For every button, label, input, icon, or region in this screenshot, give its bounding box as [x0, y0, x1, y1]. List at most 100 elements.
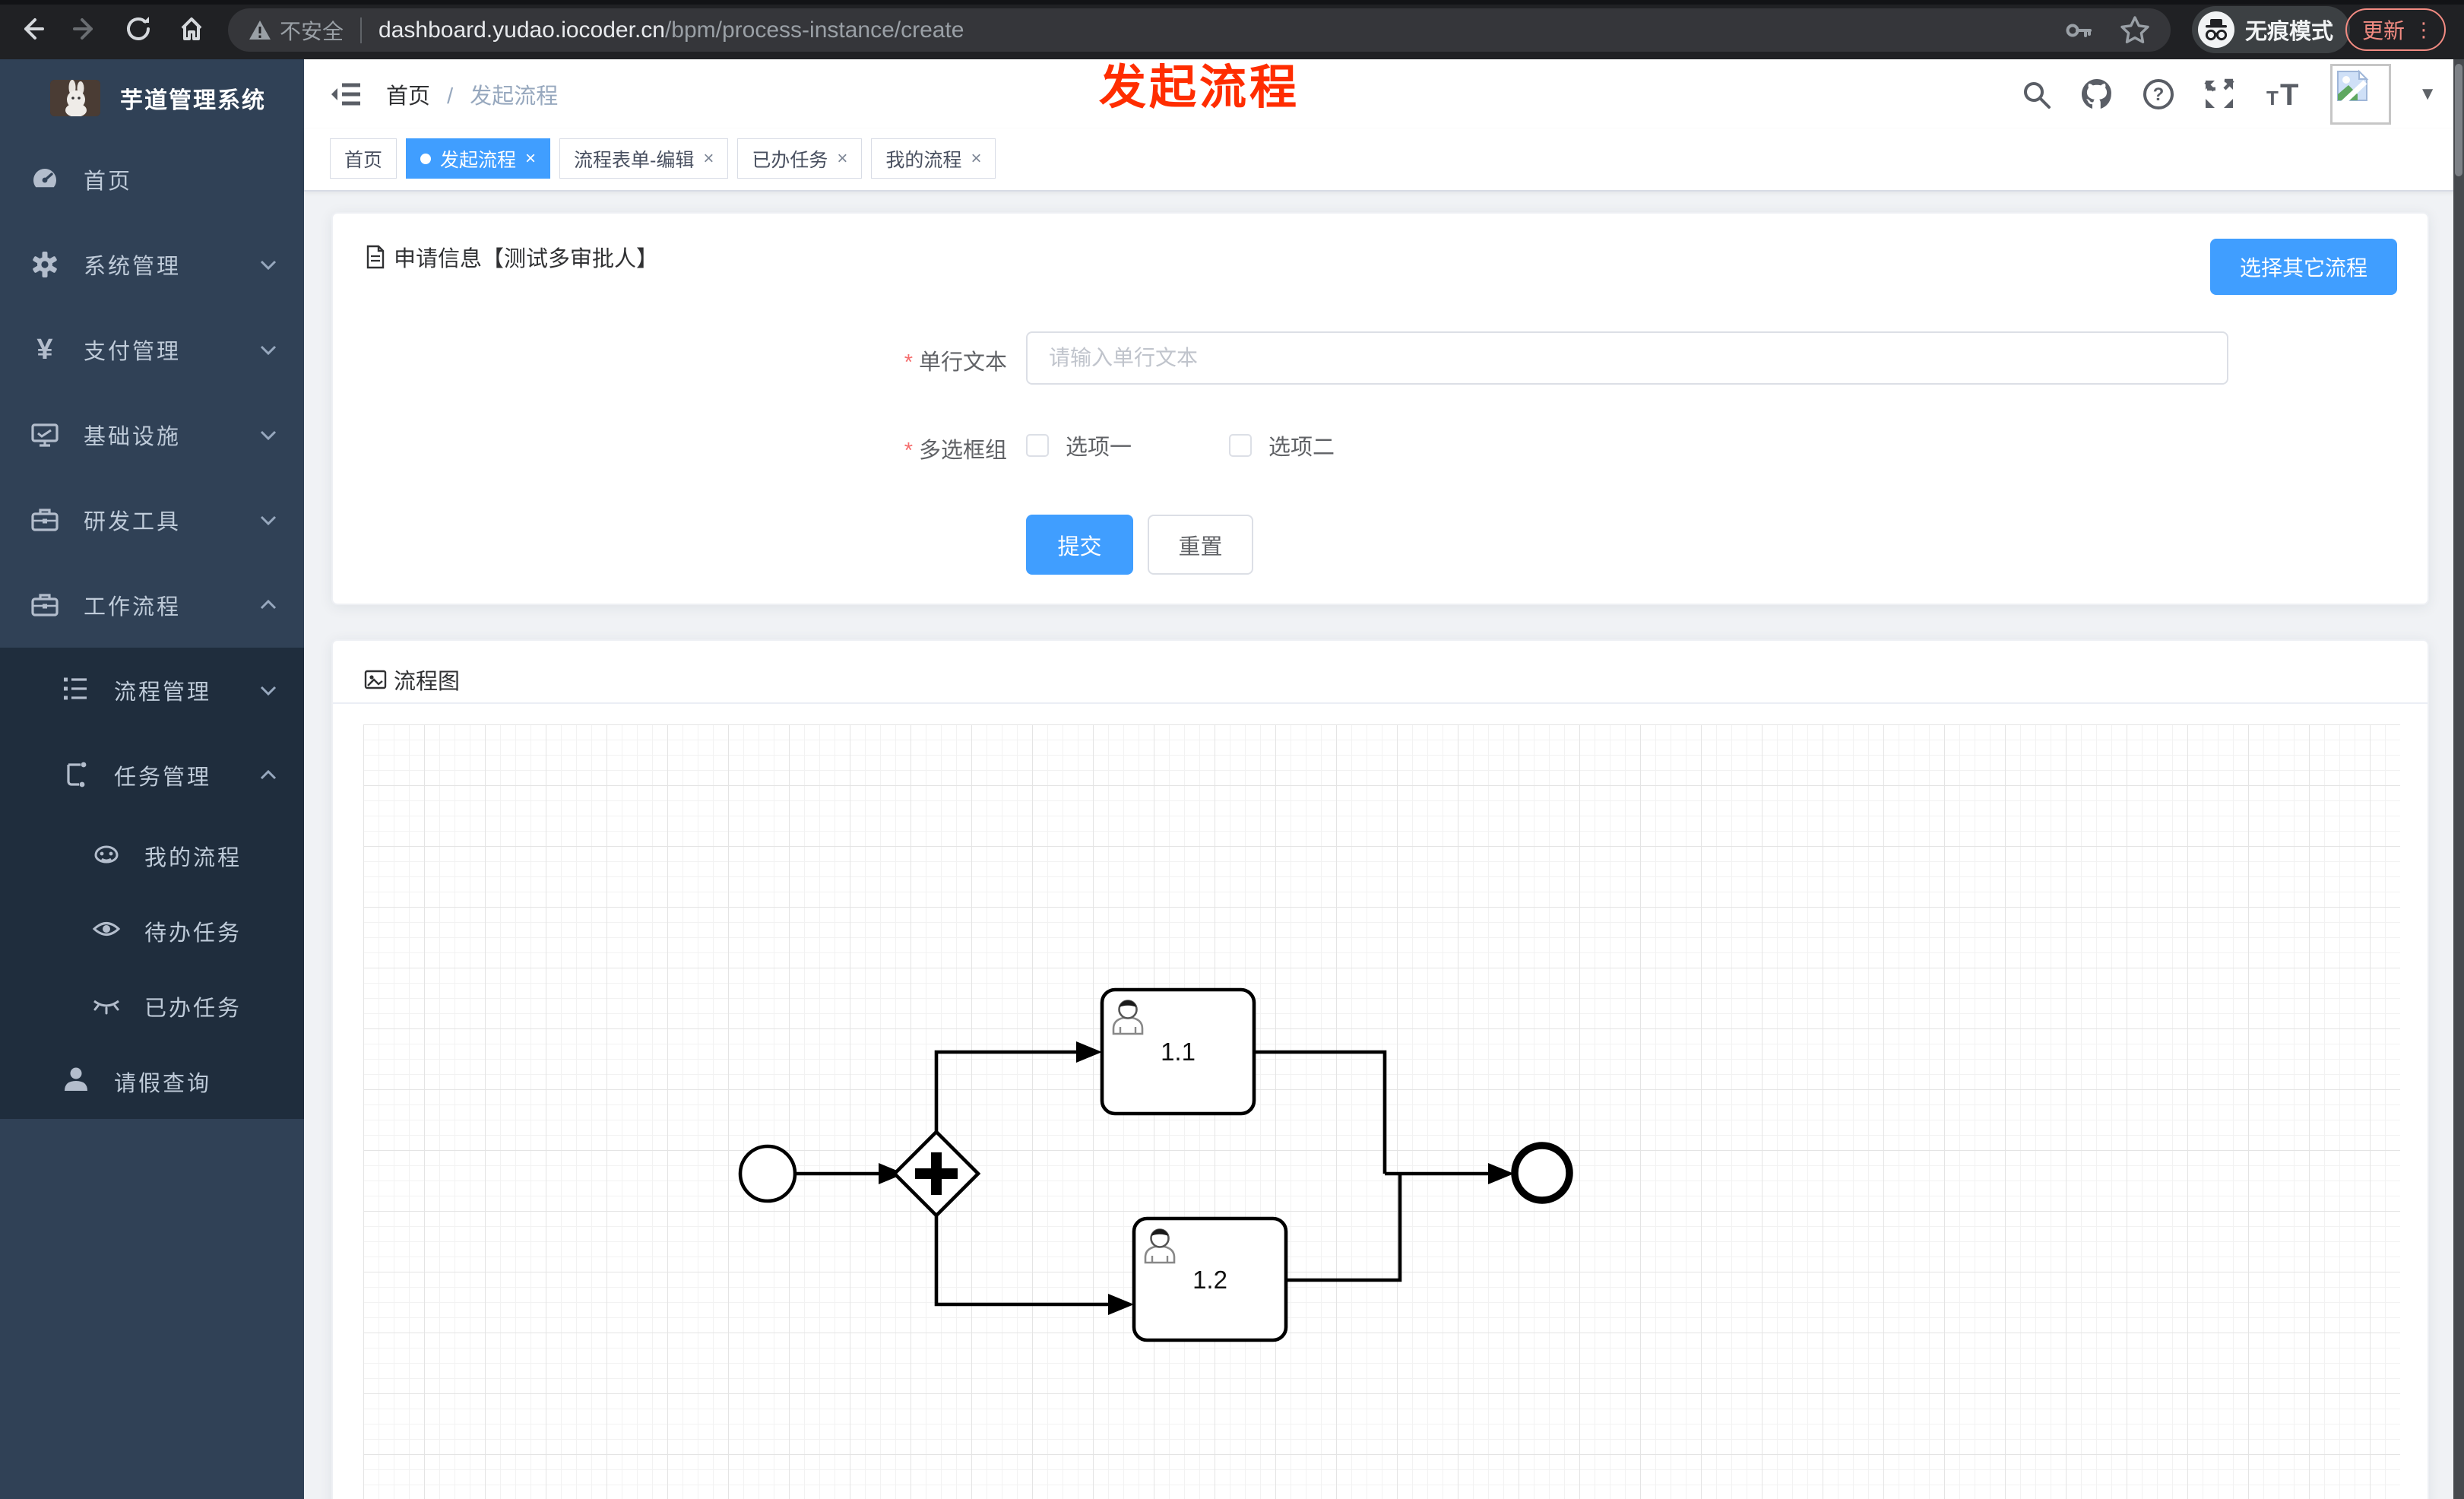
- tab-home[interactable]: 首页: [330, 138, 397, 179]
- flow-diagram-card: 流程图 1.1 1.2: [331, 639, 2429, 1499]
- bpmn-user-task-1[interactable]: 1.1: [1100, 987, 1256, 1116]
- sidebar-item-done-tasks[interactable]: 已办任务: [0, 968, 304, 1044]
- close-icon[interactable]: ×: [837, 148, 847, 170]
- tab-my-process[interactable]: 我的流程 ×: [871, 138, 996, 179]
- bpmn-canvas[interactable]: 1.1 1.2: [363, 724, 2400, 1499]
- tab-done-tasks[interactable]: 已办任务 ×: [737, 138, 863, 179]
- sidebar-item-infra[interactable]: 基础设施: [0, 392, 304, 477]
- checkbox-group-label: * 多选框组: [904, 439, 1007, 463]
- annotation-title: 发起流程: [1099, 62, 1300, 114]
- switch-process-button[interactable]: 选择其它流程: [2210, 239, 2397, 295]
- close-icon[interactable]: ×: [703, 148, 714, 170]
- required-mark: *: [904, 439, 913, 463]
- bpmn-diagram: 1.1 1.2: [738, 987, 1573, 1342]
- person-icon: [61, 1064, 91, 1098]
- bpmn-parallel-gateway[interactable]: [892, 1129, 981, 1219]
- bpmn-user-task-2[interactable]: 1.2: [1132, 1216, 1288, 1342]
- list-tree-icon: [61, 673, 91, 708]
- fullscreen-icon[interactable]: [2203, 78, 2236, 111]
- sidebar-item-system[interactable]: 系统管理: [0, 222, 304, 307]
- flow-gateway-to-task1: [934, 1050, 1079, 1136]
- tags-view-bar: 首页 发起流程 × 流程表单-编辑 × 已办任务 × 我的流程 ×: [304, 129, 2464, 192]
- home-icon: [181, 17, 202, 40]
- browser-home-button[interactable]: [173, 11, 210, 47]
- picture-icon: [364, 670, 387, 689]
- chevron-down-icon: [260, 515, 277, 526]
- broken-image-icon: [2337, 69, 2369, 103]
- toolbox-icon: [29, 505, 61, 535]
- single-line-text-input[interactable]: [1026, 331, 2228, 385]
- sidebar-item-leave-query[interactable]: 请假查询: [0, 1044, 304, 1119]
- sidebar-item-todo-tasks[interactable]: 待办任务: [0, 893, 304, 968]
- update-label: 更新: [2362, 19, 2405, 43]
- checkbox-option-1[interactable]: 选项一: [1026, 429, 1132, 461]
- text-field-label: * 单行文本: [904, 350, 1007, 375]
- browser-back-button[interactable]: [14, 11, 50, 47]
- sidebar-collapse-icon[interactable]: [330, 78, 363, 111]
- incognito-icon: [2198, 11, 2234, 48]
- svg-text:T: T: [2266, 87, 2279, 109]
- close-icon[interactable]: ×: [525, 148, 536, 170]
- github-icon[interactable]: [2079, 77, 2114, 112]
- insecure-label: 不安全: [280, 19, 344, 43]
- checkbox-option-2[interactable]: 选项二: [1229, 429, 1335, 461]
- bpmn-end-event[interactable]: [1511, 1142, 1573, 1204]
- sidebar-item-home[interactable]: 首页: [0, 137, 304, 222]
- search-icon[interactable]: [2020, 78, 2052, 110]
- sidebar-item-process-mgmt[interactable]: 流程管理: [0, 648, 304, 733]
- app-title: 芋道管理系统: [120, 88, 266, 113]
- eye-closed-icon: [91, 989, 122, 1023]
- page-scrollbar[interactable]: [2453, 59, 2464, 1499]
- breadcrumb-separator: /: [447, 84, 454, 109]
- font-size-icon[interactable]: TT: [2263, 78, 2303, 111]
- apply-info-card: 申请信息【测试多审批人】 选择其它流程 *单行文本 *多选框组 选项一 选项二 …: [331, 212, 2429, 605]
- dashboard-icon: [29, 164, 61, 195]
- robot-icon: [91, 838, 122, 873]
- browser-update-button[interactable]: 更新 ⋮: [2345, 8, 2447, 51]
- close-icon[interactable]: ×: [971, 148, 981, 170]
- sidebar-item-workflow[interactable]: 工作流程: [0, 563, 304, 648]
- password-key-icon[interactable]: [2063, 15, 2093, 46]
- browser-reload-button[interactable]: [120, 11, 157, 47]
- yen-icon: ¥: [36, 334, 53, 366]
- sidebar-item-devtools[interactable]: 研发工具: [0, 477, 304, 563]
- tab-start-process[interactable]: 发起流程 ×: [406, 138, 551, 179]
- submit-button[interactable]: 提交: [1026, 515, 1133, 575]
- breadcrumb-home[interactable]: 首页: [386, 84, 430, 109]
- task-label: 1.1: [1161, 1038, 1196, 1066]
- monitor-icon: [29, 420, 61, 450]
- breadcrumb: 首页 / 发起流程: [386, 78, 558, 110]
- reset-button[interactable]: 重置: [1148, 515, 1253, 575]
- checkbox-icon[interactable]: [1026, 434, 1049, 457]
- user-avatar-broken-image[interactable]: [2330, 64, 2392, 125]
- document-icon: [366, 245, 385, 269]
- bpmn-start-event[interactable]: [738, 1144, 797, 1203]
- app-logo[interactable]: 芋道管理系统: [0, 59, 304, 137]
- checkbox-icon[interactable]: [1229, 434, 1253, 457]
- scrollbar-thumb[interactable]: [2455, 64, 2462, 176]
- avatar-caret-icon[interactable]: ▼: [2418, 84, 2437, 105]
- forward-icon: [73, 18, 93, 40]
- bookmark-star-icon[interactable]: [2119, 14, 2151, 46]
- chevron-down-icon: [260, 686, 277, 696]
- flow-task1-out: [1254, 1050, 1387, 1174]
- page-header: 首页 / 发起流程 ? TT ▼: [304, 59, 2464, 129]
- help-icon[interactable]: ?: [2142, 78, 2175, 111]
- chevron-down-icon: [260, 430, 277, 441]
- chevron-up-icon: [260, 769, 277, 780]
- required-mark: *: [904, 350, 913, 375]
- site-security-chip[interactable]: 不安全: [248, 15, 344, 46]
- warning-icon: [249, 20, 271, 40]
- logo-rabbit-image: [50, 80, 100, 116]
- reload-icon: [127, 17, 150, 40]
- tab-form-edit[interactable]: 流程表单-编辑 ×: [559, 138, 729, 179]
- browser-menu-icon[interactable]: ⋮: [2414, 18, 2434, 42]
- briefcase-icon: [29, 590, 61, 620]
- sidebar-item-payment[interactable]: ¥ 支付管理: [0, 307, 304, 392]
- flow-gateway-to-task2: [934, 1212, 1111, 1307]
- browser-forward-button[interactable]: [67, 11, 103, 47]
- address-bar[interactable]: 不安全 dashboard.yudao.iocoder.cn/bpm/proce…: [228, 8, 2171, 52]
- incognito-badge: 无痕模式: [2192, 6, 2351, 53]
- sidebar-item-my-process[interactable]: 我的流程: [0, 818, 304, 893]
- sidebar-item-task-mgmt[interactable]: 任务管理: [0, 733, 304, 818]
